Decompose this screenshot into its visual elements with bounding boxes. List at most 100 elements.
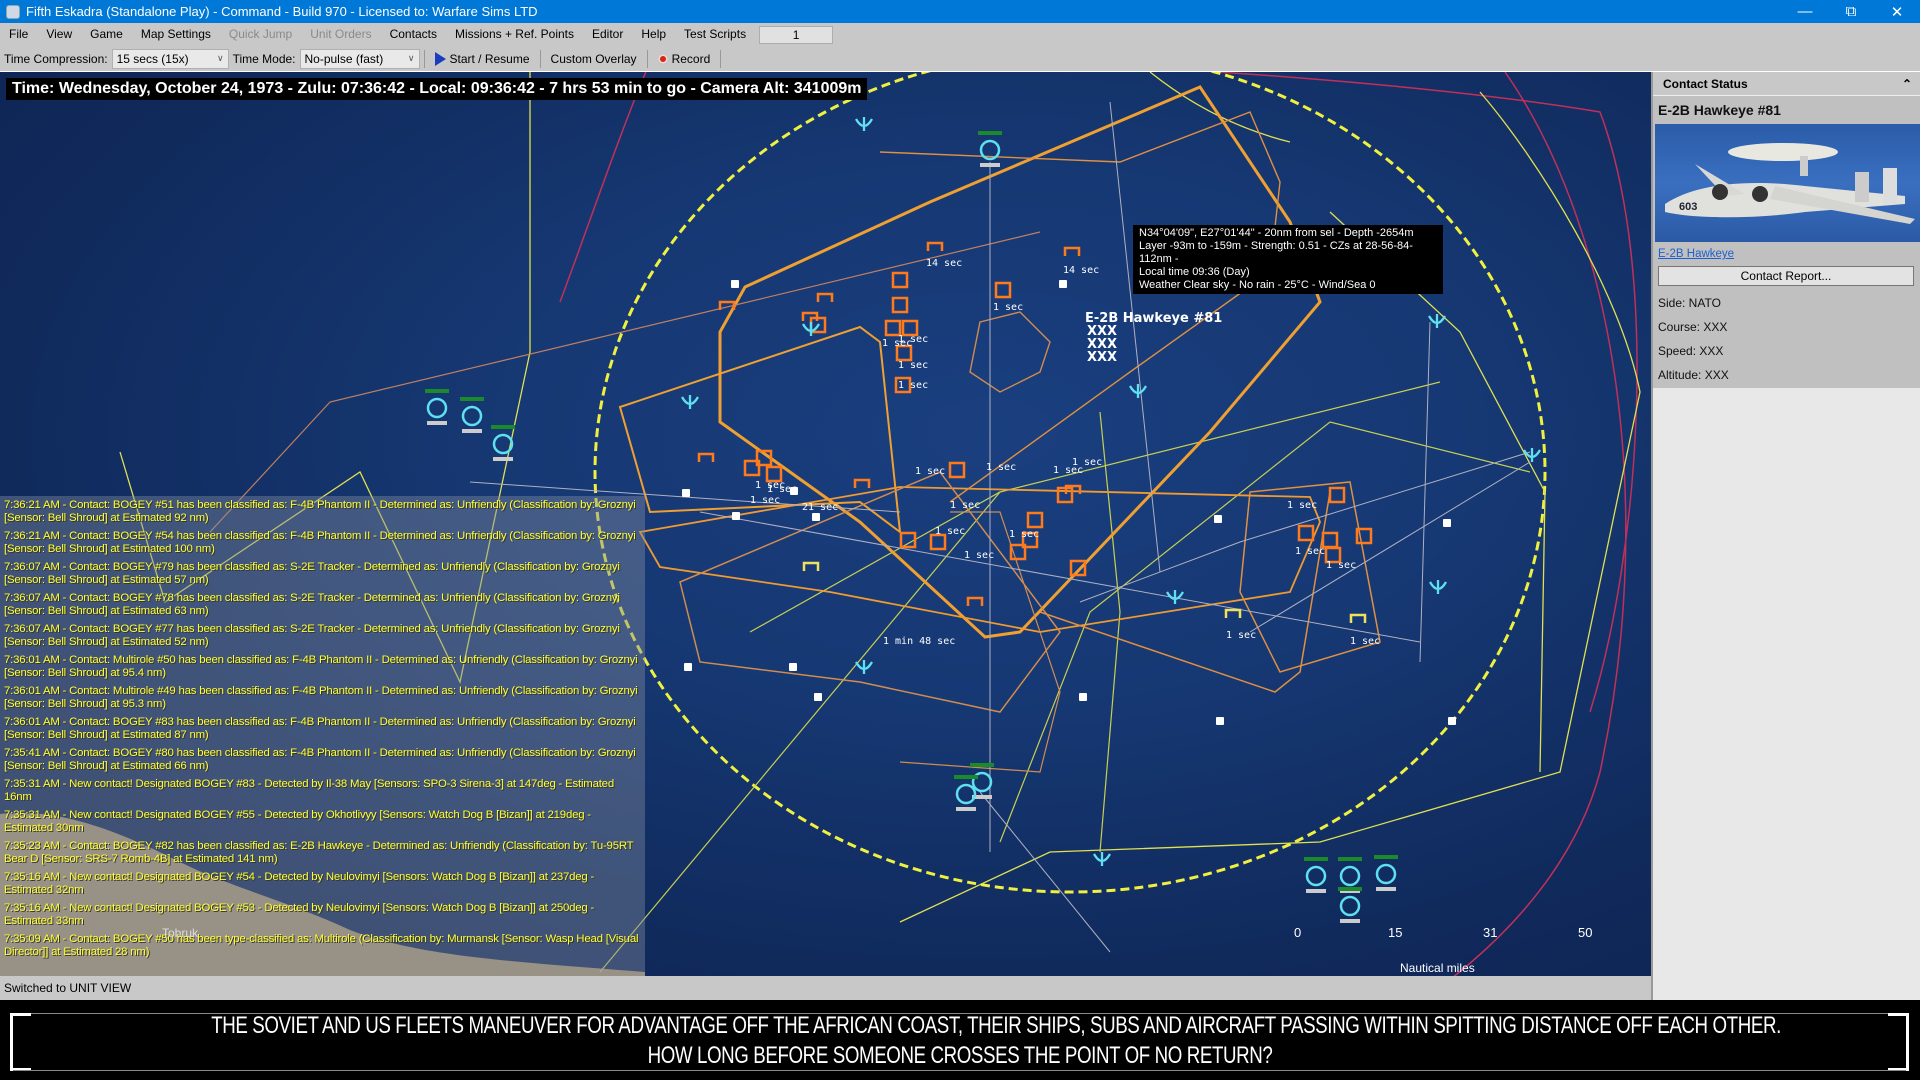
hostile-contact-icon[interactable]	[948, 461, 966, 479]
reference-point-icon[interactable]	[789, 663, 797, 671]
reference-point-icon[interactable]	[1448, 717, 1456, 725]
hostile-aircraft-icon[interactable]	[1063, 246, 1081, 256]
unit-status-bar[interactable]	[460, 397, 484, 401]
custom-overlay-button[interactable]: Custom Overlay	[545, 48, 643, 70]
reference-point-icon[interactable]	[732, 512, 740, 520]
unit-label-bar[interactable]	[1340, 919, 1360, 923]
hostile-contact-icon[interactable]	[1297, 524, 1315, 542]
unit-status-bar[interactable]	[970, 763, 994, 767]
menu-help[interactable]: Help	[632, 23, 675, 46]
hostile-aircraft-icon[interactable]	[966, 596, 984, 606]
friendly-ship-icon[interactable]	[1339, 895, 1361, 917]
script-number-input[interactable]: 1	[759, 25, 834, 44]
unit-label-bar[interactable]	[493, 457, 513, 461]
unit-label-bar[interactable]	[462, 429, 482, 433]
hostile-contact-icon[interactable]	[891, 296, 909, 314]
hostile-contact-icon[interactable]	[884, 319, 902, 337]
unit-status-bar[interactable]	[954, 775, 978, 779]
contact-age-label: 1 sec	[1009, 529, 1040, 540]
friendly-ship-icon[interactable]	[426, 397, 448, 419]
reference-point-icon[interactable]	[1214, 515, 1222, 523]
friendly-ship-icon[interactable]	[1305, 865, 1327, 887]
unit-status-bar[interactable]	[1338, 857, 1362, 861]
hostile-contact-icon[interactable]	[929, 533, 947, 551]
unit-status-bar[interactable]	[1338, 887, 1362, 891]
unit-status-bar[interactable]	[425, 389, 449, 393]
hostile-aircraft-icon[interactable]	[853, 478, 871, 488]
friendly-unit-icon[interactable]	[802, 322, 820, 336]
unknown-contact-icon[interactable]	[1224, 608, 1242, 618]
unit-status-bar[interactable]	[1304, 857, 1328, 861]
time-mode-select[interactable]: No-pulse (fast) ∨	[299, 48, 420, 69]
selected-unit-info: XXX	[1087, 350, 1118, 365]
hostile-aircraft-icon[interactable]	[697, 452, 715, 462]
friendly-unit-icon[interactable]	[1093, 852, 1111, 866]
friendly-unit-icon[interactable]	[1129, 384, 1147, 398]
unit-status-bar[interactable]	[978, 131, 1002, 135]
friendly-unit-icon[interactable]	[1523, 448, 1541, 462]
menu-game[interactable]: Game	[81, 23, 132, 46]
record-button[interactable]: Record	[652, 48, 717, 70]
time-compression-select[interactable]: 15 secs (15x) ∨	[111, 48, 229, 69]
reference-point-icon[interactable]	[1443, 519, 1451, 527]
minimize-button[interactable]: —	[1782, 0, 1828, 23]
hostile-contact-icon[interactable]	[891, 271, 909, 289]
hostile-contact-icon[interactable]	[765, 465, 783, 483]
close-button[interactable]: ✕	[1874, 0, 1920, 23]
menu-map-settings[interactable]: Map Settings	[132, 23, 220, 46]
contact-report-button[interactable]: Contact Report...	[1658, 266, 1914, 286]
friendly-ship-icon[interactable]	[461, 405, 483, 427]
reference-point-icon[interactable]	[682, 489, 690, 497]
friendly-unit-icon[interactable]	[681, 395, 699, 409]
contact-status-header[interactable]: Contact Status ⌃	[1653, 72, 1920, 96]
tactical-map[interactable]: Time: Wednesday, October 24, 1973 - Zulu…	[0, 72, 1651, 976]
unit-class-link[interactable]: E-2B Hawkeye	[1653, 242, 1920, 260]
reference-point-icon[interactable]	[1059, 280, 1067, 288]
unit-label-bar[interactable]	[956, 807, 976, 811]
menu-editor[interactable]: Editor	[583, 23, 632, 46]
hostile-contact-icon[interactable]	[994, 281, 1012, 299]
hostile-aircraft-icon[interactable]	[816, 292, 834, 302]
menu-contacts[interactable]: Contacts	[381, 23, 446, 46]
unit-label-bar[interactable]	[427, 421, 447, 425]
start-resume-button[interactable]: Start / Resume	[429, 48, 536, 70]
friendly-unit-icon[interactable]	[1429, 580, 1447, 594]
collapse-icon[interactable]: ⌃	[1902, 72, 1912, 95]
hostile-contact-icon[interactable]	[1026, 511, 1044, 529]
unknown-contact-icon[interactable]	[802, 561, 820, 571]
reference-point-icon[interactable]	[684, 663, 692, 671]
friendly-ship-icon[interactable]	[1339, 865, 1361, 887]
reference-point-icon[interactable]	[814, 693, 822, 701]
menu-unit-orders[interactable]: Unit Orders	[301, 23, 380, 46]
menu-file[interactable]: File	[0, 23, 37, 46]
reference-point-icon[interactable]	[1079, 693, 1087, 701]
selected-unit-label[interactable]: E-2B Hawkeye #81 XXX XXX XXX	[1085, 312, 1222, 364]
message-log[interactable]: 7:36:21 AM - Contact: BOGEY #51 has been…	[0, 496, 645, 976]
menu-test-scripts[interactable]: Test Scripts	[675, 23, 755, 46]
hostile-aircraft-icon[interactable]	[926, 241, 944, 251]
unit-label-bar[interactable]	[1376, 887, 1396, 891]
unit-status-bar[interactable]	[491, 425, 515, 429]
menu-missions[interactable]: Missions + Ref. Points	[446, 23, 583, 46]
hostile-contact-icon[interactable]	[899, 531, 917, 549]
reference-point-icon[interactable]	[812, 513, 820, 521]
unknown-contact-icon[interactable]	[1349, 613, 1367, 623]
friendly-unit-icon[interactable]	[855, 117, 873, 131]
restore-button[interactable]: ⧉	[1828, 0, 1874, 23]
unit-label-bar[interactable]	[1306, 889, 1326, 893]
friendly-ship-icon[interactable]	[955, 783, 977, 805]
time-status-bar: Time: Wednesday, October 24, 1973 - Zulu…	[6, 78, 868, 100]
friendly-unit-icon[interactable]	[1166, 590, 1184, 604]
hostile-contact-icon[interactable]	[901, 319, 919, 337]
reference-point-icon[interactable]	[1216, 717, 1224, 725]
contact-age-label: 1 sec	[898, 360, 929, 371]
reference-point-icon[interactable]	[731, 280, 739, 288]
hostile-contact-icon[interactable]	[1328, 486, 1346, 504]
menu-quick-jump[interactable]: Quick Jump	[220, 23, 301, 46]
hostile-contact-icon[interactable]	[1321, 531, 1339, 549]
friendly-ship-icon[interactable]	[492, 433, 514, 455]
friendly-ship-icon[interactable]	[1375, 863, 1397, 885]
unit-label-bar[interactable]	[980, 163, 1000, 167]
unit-status-bar[interactable]	[1374, 855, 1398, 859]
menu-view[interactable]: View	[37, 23, 81, 46]
